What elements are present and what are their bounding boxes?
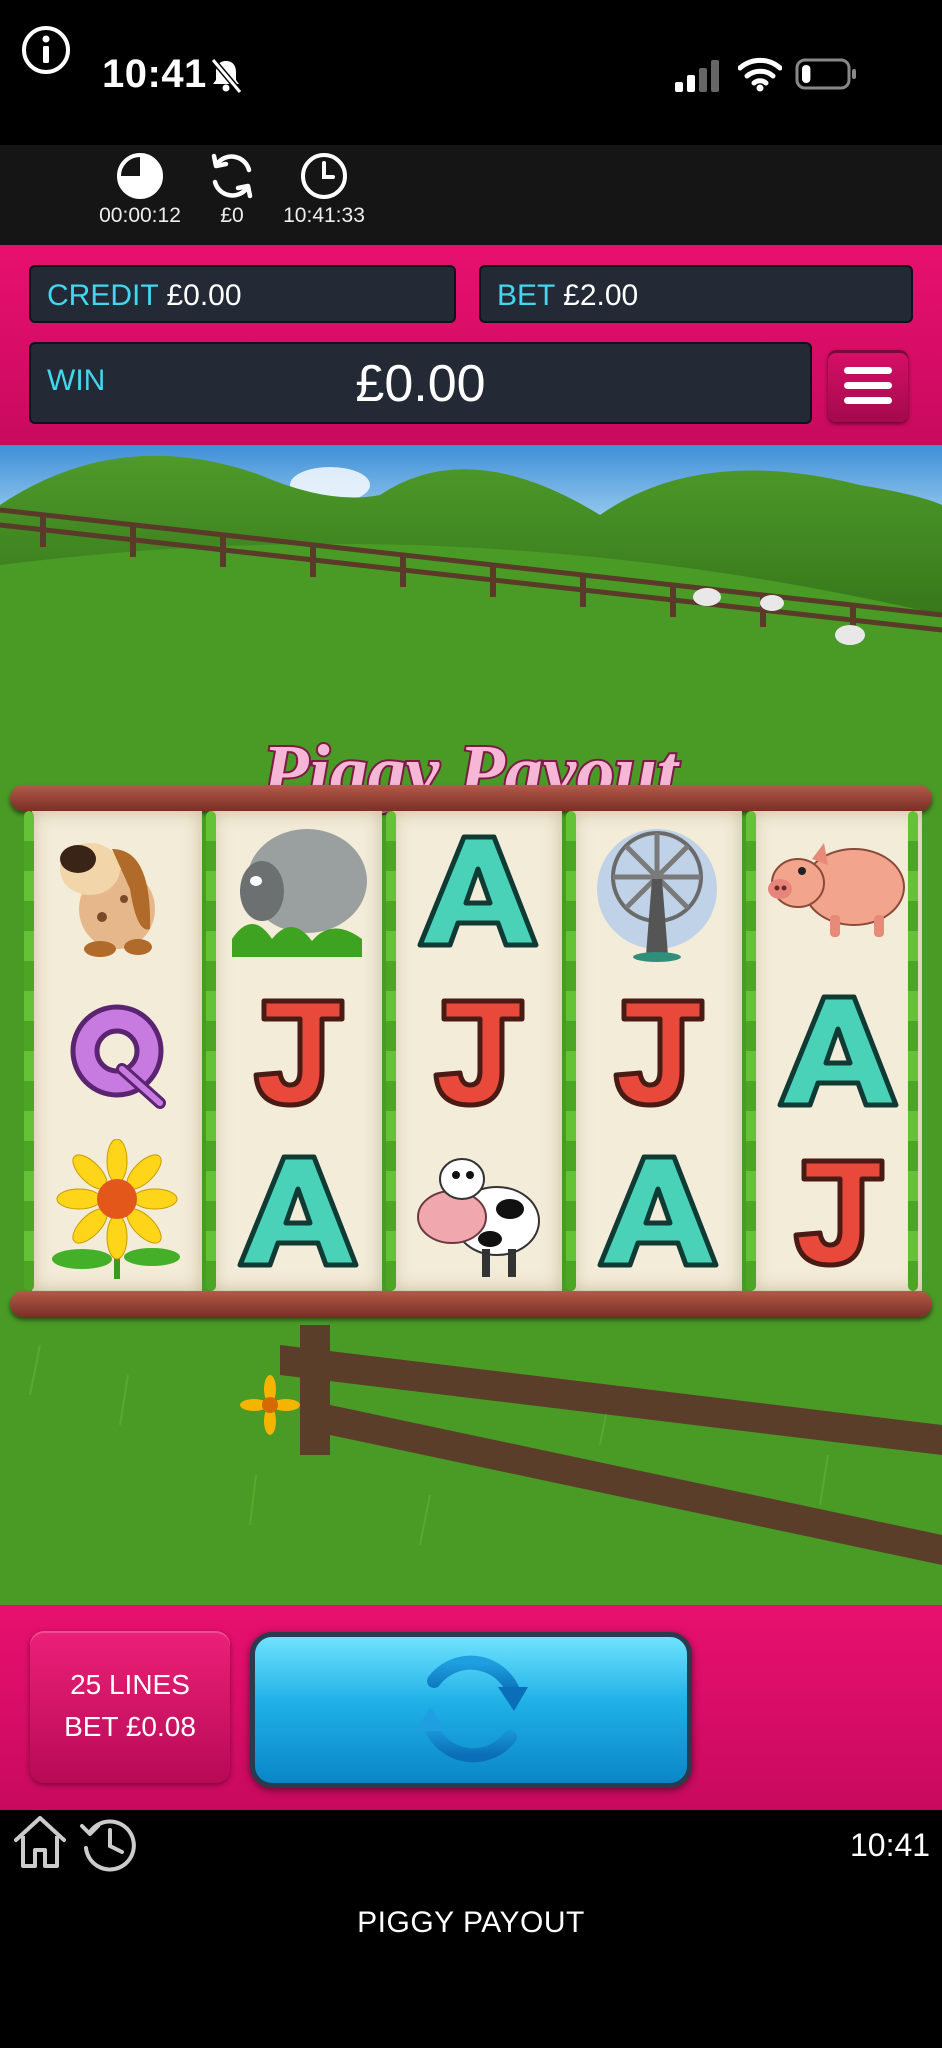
vine xyxy=(908,811,918,1291)
letter-j-icon xyxy=(433,998,525,1108)
win-value: £0.00 xyxy=(355,355,486,413)
session-timer: 00:00:12 xyxy=(88,150,192,250)
bet-value: £2.00 xyxy=(563,279,639,312)
symbol-dog xyxy=(32,811,202,971)
spin-icon xyxy=(416,1655,528,1763)
bell-slash-icon xyxy=(210,58,242,94)
dog-icon xyxy=(60,843,155,957)
clock-time: 10:41:33 xyxy=(283,204,365,227)
symbol-windmill xyxy=(572,811,742,971)
reel-3 xyxy=(392,811,562,1291)
status-time: 10:41 xyxy=(102,52,207,96)
timer-icon xyxy=(117,153,163,199)
pig-icon xyxy=(768,843,905,937)
symbol-q xyxy=(32,971,202,1131)
refresh-icon xyxy=(211,153,253,199)
symbol-j xyxy=(572,971,742,1131)
symbol-j xyxy=(392,971,562,1131)
reels xyxy=(24,811,922,1291)
letter-j-icon xyxy=(793,1158,885,1268)
bet-display: BET £2.00 xyxy=(479,265,913,323)
signal-icon xyxy=(675,60,719,92)
windmill-icon xyxy=(597,829,717,962)
elapsed-time: 00:00:12 xyxy=(99,204,181,227)
history-icon[interactable] xyxy=(78,1814,138,1874)
bottom-clock: 10:41 xyxy=(850,1827,931,1863)
credit-label: CREDIT xyxy=(47,279,159,312)
vine xyxy=(566,811,576,1291)
reel-frame xyxy=(10,785,932,1325)
game-scene[interactable]: Piggy Payout xyxy=(0,445,942,1605)
symbol-a xyxy=(212,1131,382,1291)
credit-value: £0.00 xyxy=(166,279,242,312)
win-display: WIN £0.00 xyxy=(29,342,812,424)
hamburger-menu-button[interactable] xyxy=(828,350,908,422)
top-plank xyxy=(10,785,932,811)
reel-4 xyxy=(572,811,742,1291)
letter-j-icon xyxy=(253,998,345,1108)
line-bet-label: BET £0.08 xyxy=(64,1711,196,1742)
letter-j-icon xyxy=(613,998,705,1108)
reel-5 xyxy=(752,811,922,1291)
reel-2 xyxy=(212,811,382,1291)
wifi-icon xyxy=(738,57,782,92)
vine xyxy=(386,811,396,1291)
reel-1 xyxy=(32,811,202,1291)
vine xyxy=(206,811,216,1291)
symbol-cow xyxy=(392,1131,562,1291)
letter-a-icon xyxy=(777,994,899,1108)
vine xyxy=(746,811,756,1291)
credit-display: CREDIT £0.00 xyxy=(29,265,456,323)
symbol-j xyxy=(212,971,382,1131)
session-clock: 10:41:33 xyxy=(272,150,376,250)
battery-icon xyxy=(795,58,856,90)
game-title: PIGGY PAYOUT xyxy=(357,1906,585,1939)
letter-a-icon xyxy=(417,834,539,948)
symbol-j xyxy=(752,1131,922,1291)
symbol-sunflower xyxy=(32,1131,202,1291)
bet-label: BET xyxy=(497,279,555,312)
bottom-plank xyxy=(10,1291,932,1317)
letter-q-icon xyxy=(70,1004,166,1109)
net-amount: £0 xyxy=(220,204,244,227)
lines-bet-button[interactable]: 25 LINES BET £0.08 xyxy=(30,1631,230,1783)
sunflower-icon xyxy=(52,1139,180,1279)
clock-icon xyxy=(301,153,347,199)
symbol-a xyxy=(752,971,922,1131)
sheep-icon xyxy=(232,829,367,957)
symbol-sheep xyxy=(212,811,382,971)
cow-icon xyxy=(417,1158,540,1277)
lines-label: 25 LINES xyxy=(70,1669,190,1700)
info-icon[interactable] xyxy=(20,24,72,76)
symbol-pig xyxy=(752,811,922,971)
letter-a-icon xyxy=(597,1154,719,1268)
session-net: £0 xyxy=(196,150,268,250)
home-icon[interactable] xyxy=(12,1812,68,1872)
letter-a-icon xyxy=(237,1154,359,1268)
symbol-a xyxy=(392,811,562,971)
symbol-a xyxy=(572,1131,742,1291)
vine xyxy=(24,811,34,1291)
